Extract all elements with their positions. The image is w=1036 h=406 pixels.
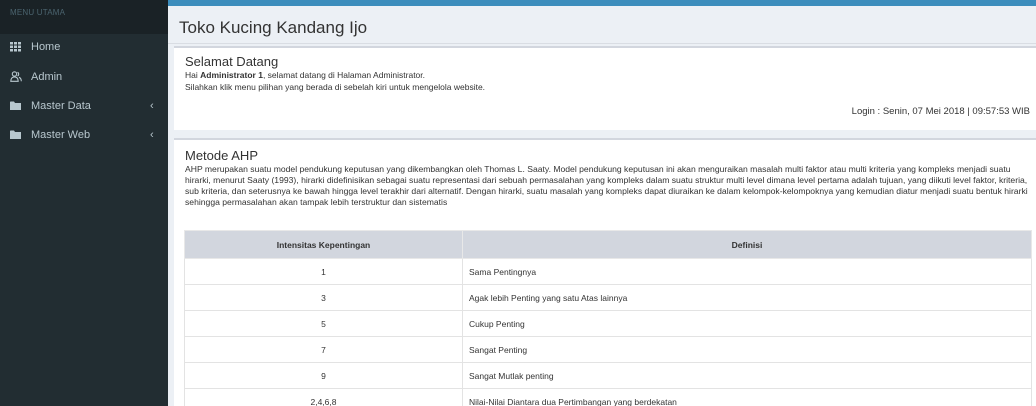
definition-cell: Sangat Mutlak penting	[462, 362, 1032, 389]
table-row: 5 Cukup Penting	[184, 310, 1032, 337]
welcome-instruction: Silahkan klik menu pilihan yang berada d…	[185, 82, 486, 92]
table-header-row: Intensitas Kepentingan Definisi	[184, 230, 1032, 259]
sidebar-item-label: Master Data	[31, 99, 91, 112]
sidebar-item-admin[interactable]: Admin	[0, 62, 168, 91]
login-timestamp: Login : Senin, 07 Mei 2018 | 09:57:53 WI…	[851, 106, 1030, 117]
table-row: 3 Agak lebih Penting yang satu Atas lain…	[184, 284, 1032, 311]
welcome-greeting: Hai Administrator 1, selamat datang di H…	[185, 70, 425, 80]
user-name: Administrator 1	[200, 70, 263, 80]
sidebar-item-home[interactable]: Home	[0, 32, 168, 62]
chevron-left-icon: ‹	[150, 99, 154, 112]
sidebar-item-master-data[interactable]: Master Data ‹	[0, 91, 168, 120]
intensity-table: Intensitas Kepentingan Definisi 1 Sama P…	[184, 230, 1032, 406]
ahp-title: Metode AHP	[185, 148, 258, 163]
sidebar-header: MENU UTAMA	[0, 0, 168, 34]
welcome-box: Selamat Datang Hai Administrator 1, sela…	[174, 46, 1036, 130]
table-row: 2,4,6,8 Nilai-Nilai Diantara dua Pertimb…	[184, 388, 1032, 406]
page-title: Toko Kucing Kandang Ijo	[179, 18, 368, 37]
definition-cell: Sangat Penting	[462, 336, 1032, 363]
greeting-suffix: , selamat datang di Halaman Administrato…	[262, 70, 426, 80]
intensity-cell: 9	[184, 362, 463, 389]
welcome-title: Selamat Datang	[185, 54, 279, 69]
intensity-cell: 5	[184, 310, 463, 337]
sidebar: MENU UTAMA Home Admin Master Data ‹ Mast…	[0, 0, 168, 406]
intensity-cell: 1	[184, 258, 463, 285]
grid-icon	[10, 42, 28, 52]
folder-icon	[10, 130, 28, 139]
page-header: Toko Kucing Kandang Ijo	[168, 6, 1036, 44]
definition-cell: Agak lebih Penting yang satu Atas lainny…	[462, 284, 1032, 311]
sidebar-item-label: Admin	[31, 70, 63, 83]
sidebar-item-label: Home	[31, 41, 61, 53]
folder-icon	[10, 101, 28, 110]
intensity-cell: 7	[184, 336, 463, 363]
table-row: 7 Sangat Penting	[184, 336, 1032, 363]
table-row: 1 Sama Pentingnya	[184, 258, 1032, 285]
ahp-box: Metode AHP AHP merupakan suatu model pen…	[174, 138, 1036, 406]
definition-cell: Nilai-Nilai Diantara dua Pertimbangan ya…	[462, 388, 1032, 406]
column-header-definition: Definisi	[462, 230, 1032, 259]
column-header-intensity: Intensitas Kepentingan	[184, 230, 463, 259]
ahp-description: AHP merupakan suatu model pendukung kepu…	[185, 164, 1028, 207]
greeting-prefix: Hai	[185, 70, 201, 80]
intensity-cell: 2,4,6,8	[184, 388, 463, 406]
sidebar-item-label: Master Web	[31, 128, 91, 141]
table-row: 9 Sangat Mutlak penting	[184, 362, 1032, 389]
chevron-left-icon: ‹	[150, 128, 154, 141]
sidebar-item-master-web[interactable]: Master Web ‹	[0, 120, 168, 149]
users-icon	[10, 71, 28, 82]
intensity-cell: 3	[184, 284, 463, 311]
definition-cell: Cukup Penting	[462, 310, 1032, 337]
definition-cell: Sama Pentingnya	[462, 258, 1032, 285]
